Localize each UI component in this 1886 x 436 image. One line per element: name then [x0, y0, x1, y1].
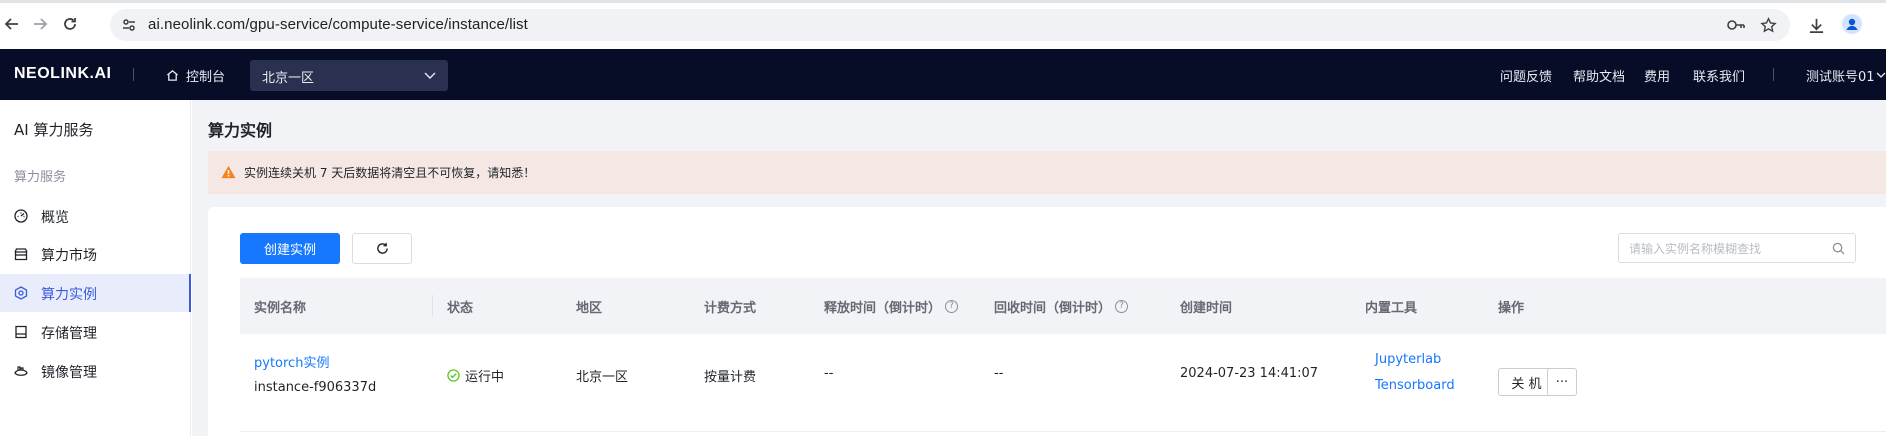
- download-icon[interactable]: [1806, 15, 1826, 35]
- chevron-down-icon[interactable]: [1876, 71, 1886, 79]
- password-key-icon[interactable]: [1726, 15, 1746, 35]
- created-time-cell: 2024-07-23 14:41:07: [1180, 366, 1319, 381]
- status-badge: 运行中: [447, 366, 504, 385]
- site-settings-icon[interactable]: [119, 15, 139, 35]
- sidebar-group-label: 算力服务: [14, 170, 67, 185]
- home-icon: [166, 70, 179, 81]
- table-header: 实例名称 状态 地区 计费方式 释放时间（倒计时） ? 回收时间（倒计时） ? …: [240, 278, 1886, 334]
- sidebar-item-images[interactable]: 镜像管理: [0, 352, 191, 390]
- sidebar-item-overview[interactable]: 概览: [0, 197, 191, 235]
- store-icon: [14, 248, 28, 261]
- billing-cell: 按量计费: [704, 370, 757, 385]
- search-icon[interactable]: [1832, 242, 1845, 255]
- column-divider: [432, 295, 433, 317]
- instance-name-link[interactable]: pytorch实例: [254, 352, 329, 371]
- recycle-time-cell: --: [994, 366, 1004, 381]
- instance-icon: [14, 286, 28, 300]
- more-actions-button[interactable]: ···: [1547, 368, 1577, 396]
- region-select-value: 北京一区: [262, 71, 315, 86]
- sidebar-item-label: 镜像管理: [41, 365, 97, 381]
- brand-logo[interactable]: NEOLINK.AI: [14, 65, 111, 83]
- column-header-label: 回收时间（倒计时）: [994, 301, 1112, 316]
- profile-avatar-icon[interactable]: [1842, 14, 1862, 34]
- storage-icon: [15, 325, 27, 339]
- release-time-cell: --: [824, 366, 834, 381]
- sidebar-item-label: 概览: [41, 210, 69, 226]
- help-circle-icon[interactable]: ?: [945, 300, 959, 313]
- sidebar: AI 算力服务 算力服务 概览 算力市场 算力实例 存储管理 镜像管理: [0, 100, 191, 436]
- page-title: 算力实例: [208, 121, 273, 140]
- chevron-down-icon: [424, 72, 436, 79]
- sidebar-title: AI 算力服务: [14, 121, 94, 139]
- refresh-icon: [376, 242, 388, 254]
- console-label: 控制台: [186, 70, 226, 85]
- column-header-tools: 内置工具: [1365, 301, 1418, 316]
- jupyterlab-link[interactable]: Jupyterlab: [1375, 352, 1441, 367]
- browser-toolbar: ai.neolink.com/gpu-service/compute-servi…: [0, 0, 1886, 49]
- header-divider: [1773, 68, 1774, 81]
- url-text[interactable]: ai.neolink.com/gpu-service/compute-servi…: [148, 16, 528, 33]
- reload-icon[interactable]: [60, 14, 80, 34]
- sidebar-item-instances[interactable]: 算力实例: [0, 274, 191, 312]
- sidebar-item-label: 算力市场: [41, 248, 97, 264]
- column-header-label: 释放时间（倒计时）: [824, 301, 942, 316]
- column-header-release-time: 释放时间（倒计时） ?: [824, 297, 959, 316]
- region-select[interactable]: 北京一区: [250, 60, 448, 91]
- help-circle-icon[interactable]: ?: [1115, 300, 1129, 313]
- region-cell: 北京一区: [576, 370, 629, 385]
- status-text: 运行中: [465, 370, 505, 385]
- console-link[interactable]: 控制台: [166, 66, 225, 85]
- instance-list-card: 创建实例 实例名称 状态 地区 计费方式 释放时间（倒计时） ? 回收时间（倒计…: [208, 207, 1886, 436]
- nav-contact[interactable]: 联系我们: [1693, 66, 1745, 85]
- alert-text: 实例连续关机 7 天后数据将清空且不可恢复，请知悉！: [244, 166, 536, 180]
- create-instance-button[interactable]: 创建实例: [240, 233, 340, 264]
- image-icon: [14, 366, 28, 376]
- instance-search[interactable]: [1618, 233, 1856, 263]
- instance-id: instance-f906337d: [254, 380, 377, 395]
- dashboard-icon: [14, 209, 28, 223]
- nav-feedback[interactable]: 问题反馈: [1500, 66, 1552, 85]
- sidebar-item-storage[interactable]: 存储管理: [0, 313, 191, 351]
- account-menu[interactable]: 测试账号01: [1806, 66, 1875, 85]
- bookmark-star-icon[interactable]: [1758, 15, 1778, 35]
- header-divider: [133, 68, 134, 81]
- table-row: pytorch实例 instance-f906337d 运行中 北京一区 按量计…: [240, 334, 1886, 432]
- column-header-status: 状态: [447, 301, 474, 316]
- back-icon[interactable]: [2, 14, 22, 34]
- nav-help-docs[interactable]: 帮助文档: [1573, 66, 1625, 85]
- check-circle-icon: [447, 369, 460, 382]
- sidebar-item-label: 算力实例: [41, 287, 97, 303]
- sidebar-item-market[interactable]: 算力市场: [0, 235, 191, 273]
- column-header-actions: 操作: [1498, 301, 1525, 316]
- sidebar-item-label: 存储管理: [41, 326, 97, 342]
- main-content: 算力实例 实例连续关机 7 天后数据将清空且不可恢复，请知悉！ 创建实例 实例名…: [192, 100, 1886, 436]
- warning-alert: 实例连续关机 7 天后数据将清空且不可恢复，请知悉！: [208, 151, 1886, 194]
- forward-icon[interactable]: [30, 14, 50, 34]
- tab-strip-edge: [0, 0, 1886, 3]
- warning-icon: [221, 165, 236, 179]
- tensorboard-link[interactable]: Tensorboard: [1375, 378, 1455, 393]
- app-header: NEOLINK.AI 控制台 北京一区 问题反馈 帮助文档 费用 联系我们 测试…: [0, 49, 1886, 100]
- nav-billing[interactable]: 费用: [1644, 66, 1670, 85]
- column-header-billing: 计费方式: [704, 301, 757, 316]
- column-header-region: 地区: [576, 301, 603, 316]
- column-header-recycle-time: 回收时间（倒计时） ?: [994, 297, 1129, 316]
- search-input[interactable]: [1629, 240, 1829, 258]
- column-header-name: 实例名称: [254, 301, 307, 316]
- refresh-button[interactable]: [352, 233, 412, 264]
- column-header-created: 创建时间: [1180, 301, 1233, 316]
